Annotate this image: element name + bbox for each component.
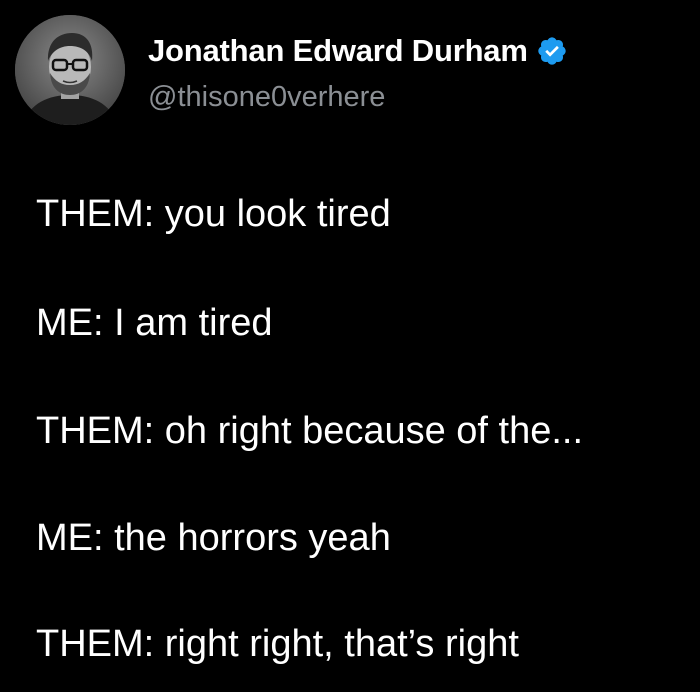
verified-badge-icon <box>536 35 568 67</box>
profile-photo-icon <box>15 15 125 125</box>
tweet-line: THEM: right right, that’s right <box>36 623 519 665</box>
author-name-row: Jonathan Edward Durham <box>148 31 568 71</box>
author-avatar[interactable] <box>15 15 125 125</box>
tweet-line: THEM: you look tired <box>36 193 391 235</box>
tweet-line: THEM: oh right because of the... <box>36 410 584 452</box>
author-handle[interactable]: @thisone0verhere <box>148 81 385 114</box>
tweet-line: ME: the horrors yeah <box>36 517 391 559</box>
author-display-name[interactable]: Jonathan Edward Durham <box>148 33 528 69</box>
tweet-card: Jonathan Edward Durham @thisone0verhere … <box>0 0 700 692</box>
tweet-line: ME: I am tired <box>36 302 273 344</box>
